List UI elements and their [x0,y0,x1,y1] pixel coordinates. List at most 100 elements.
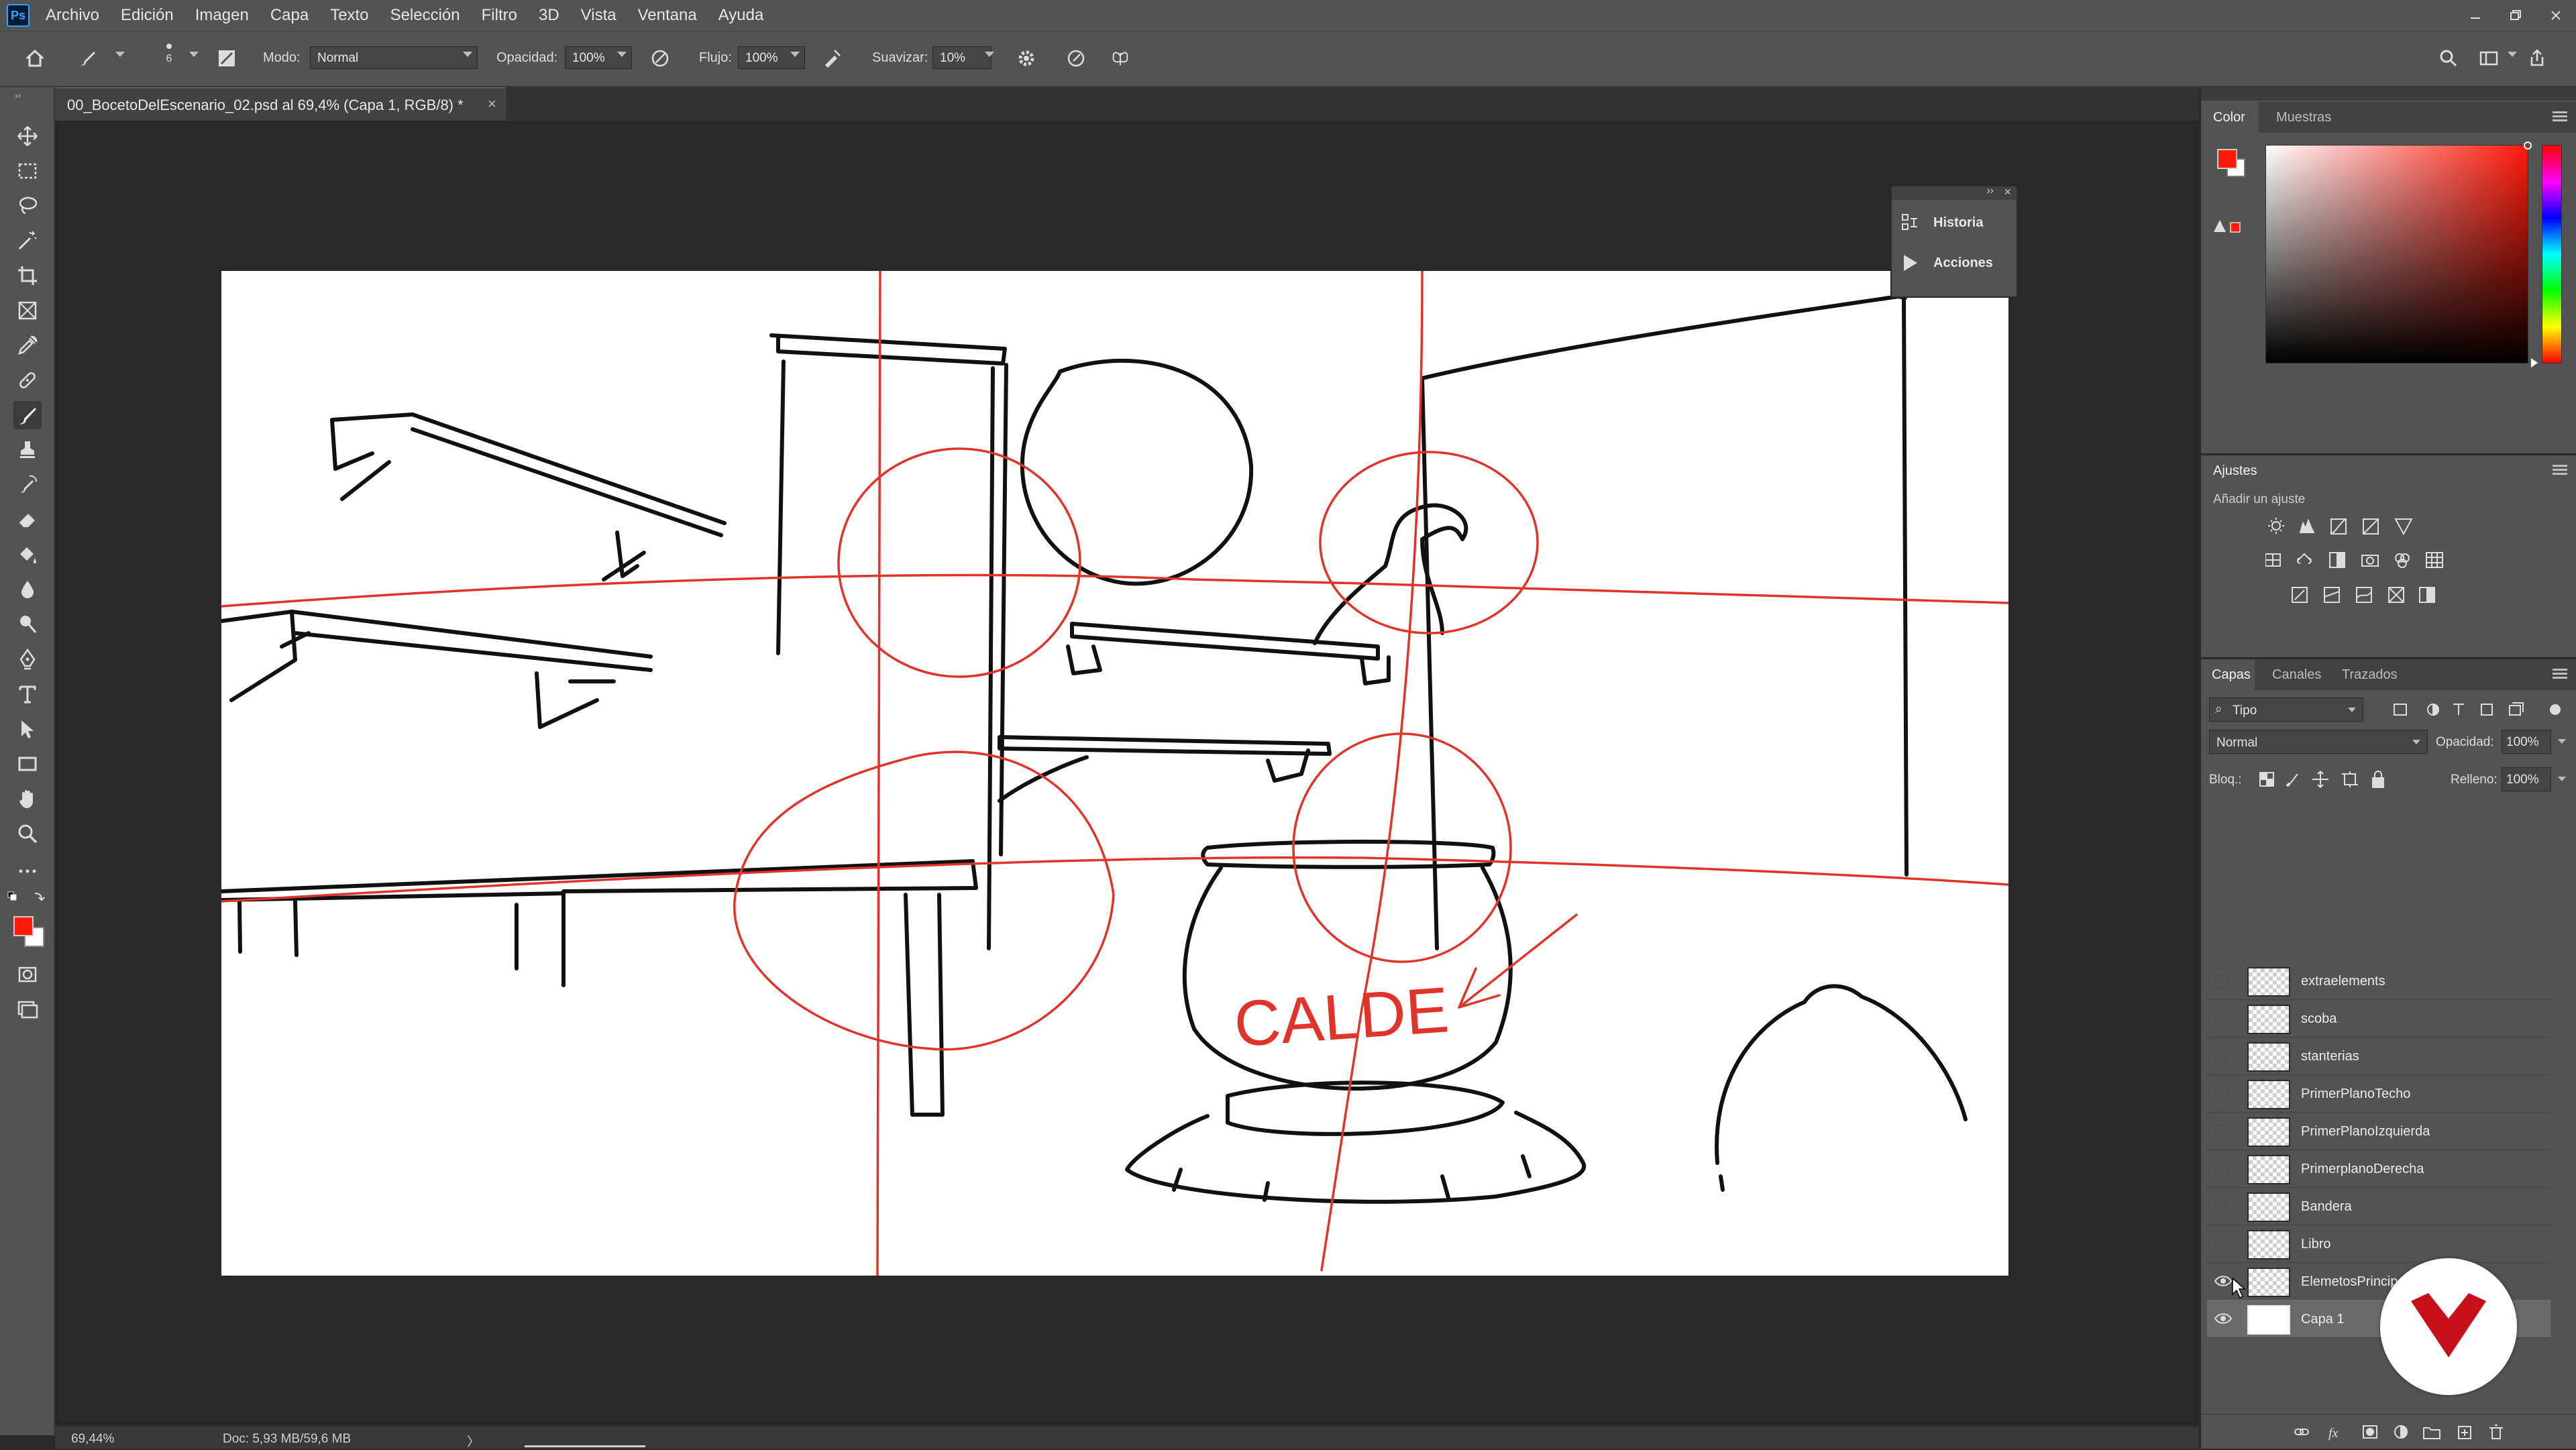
close-panel-icon[interactable]: × [2004,185,2011,199]
color-field[interactable] [2265,142,2532,364]
airbrush-icon[interactable] [820,46,844,70]
tab-color[interactable]: Color [2213,110,2245,125]
history-brush-tool-icon[interactable] [13,471,42,499]
layer-row-bandera[interactable]: Bandera [2207,1187,2551,1225]
lasso-tool-icon[interactable] [13,192,42,220]
visibility-toggle-empty[interactable] [2215,1050,2229,1064]
document-canvas[interactable]: CALDE [221,271,2008,1276]
eyedropper-tool-icon[interactable] [13,331,42,359]
brush-preset-icon[interactable] [75,46,99,70]
hue-slider[interactable] [2542,145,2562,364]
layers-panel-menu-icon[interactable] [2553,669,2567,679]
crop-tool-icon[interactable] [13,262,42,290]
menu-ayuda[interactable]: Ayuda [718,6,764,25]
type-tool-icon[interactable] [13,680,42,708]
hand-tool-icon[interactable] [13,785,42,813]
minimize-icon[interactable] [2455,0,2496,31]
paint-bucket-tool-icon[interactable] [13,541,42,569]
opacity-input[interactable]: 100% [565,46,632,69]
layer-row-stanterias[interactable]: stanterias [2207,1037,2551,1075]
workspace-icon[interactable] [2477,46,2501,70]
layer-filter-select[interactable]: ⌕ Tipo [2209,698,2363,722]
visibility-toggle-empty[interactable] [2215,1088,2229,1101]
menu-filtro[interactable]: Filtro [482,6,517,25]
adjustments-title[interactable]: Ajustes [2213,463,2257,479]
menu-seleccion[interactable]: Selección [390,6,460,25]
layer-row-extraelements[interactable]: extraelements [2207,962,2551,1000]
mode-select[interactable]: Normal [310,46,478,69]
marquee-tool-icon[interactable] [13,157,42,185]
screen-mode-icon[interactable] [13,995,42,1023]
tab-trazados[interactable]: Trazados [2342,667,2398,683]
adjustments-panel-menu-icon[interactable] [2553,465,2567,476]
foreground-color-swatch[interactable] [13,916,34,936]
dodge-tool-icon[interactable] [13,610,42,638]
color-picker-marker[interactable] [2524,142,2532,150]
expand-panels-icon[interactable]: ›› [1986,185,1994,197]
tab-muestras[interactable]: Muestras [2276,110,2331,125]
visibility-toggle-empty[interactable] [2215,1238,2229,1251]
pen-tool-icon[interactable] [13,645,42,673]
visibility-toggle-empty[interactable] [2215,1163,2229,1176]
clone-stamp-tool-icon[interactable] [13,436,42,464]
more-tools-icon[interactable] [13,857,42,885]
layer-row-scoba[interactable]: scoba [2207,999,2551,1038]
home-icon[interactable] [23,46,47,70]
collapse-toolbar-icon[interactable]: ›› [15,90,39,101]
restore-icon[interactable] [2496,0,2536,31]
tab-capas[interactable]: Capas [2212,667,2251,683]
pressure-size-icon[interactable] [1064,46,1088,70]
brush-settings-panel-icon[interactable] [215,46,239,70]
zoom-level[interactable]: 69,44% [71,1432,114,1447]
layer-opacity-caret-icon[interactable] [2558,739,2566,744]
healing-brush-tool-icon[interactable] [13,366,42,394]
color-panel-menu-icon[interactable] [2553,111,2567,122]
search-icon[interactable] [2436,46,2461,70]
actions-panel-button[interactable]: Acciones [1901,249,1993,276]
history-panel-button[interactable]: Historia [1901,209,1983,236]
layer-row-libro[interactable]: Libro [2207,1225,2551,1263]
layer-blend-mode-select[interactable]: Normal [2209,730,2428,754]
smoothing-input[interactable]: 10% [932,46,991,69]
gamut-warning-icon[interactable] [2213,219,2243,235]
brush-preset-caret-icon[interactable] [115,52,125,57]
color-panel-foreground-swatch[interactable] [2217,149,2237,169]
layer-row-primerplanoderecha[interactable]: PrimerplanoDerecha [2207,1150,2551,1188]
default-swap-colors[interactable] [7,891,47,904]
menu-edicion[interactable]: Edición [121,6,174,25]
menu-ventana[interactable]: Ventana [638,6,697,25]
fill-input[interactable]: 100% [2502,767,2551,791]
share-icon[interactable] [2525,46,2549,70]
eye-icon[interactable] [2214,1310,2233,1327]
smoothing-settings-gear-icon[interactable] [1014,46,1038,70]
quick-mask-icon[interactable] [13,960,42,989]
eye-icon[interactable] [2214,1273,2233,1289]
menu-3d[interactable]: 3D [539,6,559,25]
smoothing-caret-icon[interactable] [985,52,994,57]
flow-input[interactable]: 100% [738,46,805,69]
pressure-opacity-icon[interactable] [648,46,672,70]
tab-canales[interactable]: Canales [2272,667,2321,683]
fill-caret-icon[interactable] [2558,777,2566,781]
opacity-caret-icon[interactable] [617,52,627,57]
brush-size-caret-icon[interactable] [189,52,199,57]
visibility-toggle-empty[interactable] [2215,1125,2229,1139]
visibility-toggle-empty[interactable] [2215,1013,2229,1026]
close-icon[interactable] [2536,0,2576,31]
symmetry-butterfly-icon[interactable] [1108,46,1132,70]
visibility-toggle-empty[interactable] [2215,1201,2229,1214]
menu-imagen[interactable]: Imagen [195,6,249,25]
rectangle-tool-icon[interactable] [13,750,42,778]
brush-size-picker[interactable]: 6 [156,38,182,78]
eraser-tool-icon[interactable] [13,506,42,534]
layer-row-primerplanotecho[interactable]: PrimerPlanoTecho [2207,1074,2551,1113]
menu-archivo[interactable]: Archivo [46,6,99,25]
hue-slider-handle[interactable] [2531,358,2538,368]
path-selection-tool-icon[interactable] [13,715,42,743]
status-menu-arrow[interactable]: 〉 [467,1432,480,1450]
move-tool-icon[interactable] [13,122,42,150]
workspace-caret-icon[interactable] [2508,52,2517,57]
visibility-toggle-empty[interactable] [2215,975,2229,989]
close-document-icon[interactable]: × [488,95,496,113]
blur-tool-icon[interactable] [13,575,42,604]
